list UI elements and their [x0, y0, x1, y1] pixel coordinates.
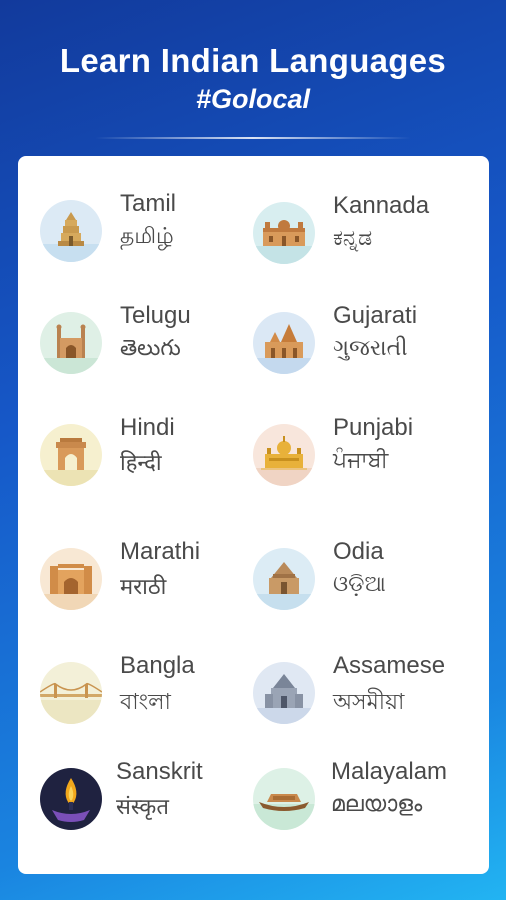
language-item-gujarati[interactable]: Gujarati ગુજરાતી — [253, 302, 473, 382]
diya-flame-icon — [40, 768, 102, 830]
language-native-name: मराठी — [120, 574, 167, 599]
language-name: Gujarati — [333, 302, 418, 329]
language-name: Bangla — [120, 652, 195, 679]
language-name: Hindi — [120, 414, 175, 441]
language-name: Sanskrit — [116, 758, 203, 785]
language-name: Kannada — [333, 192, 430, 219]
language-item-marathi[interactable]: Marathi मराठी — [40, 538, 260, 618]
india-gate-icon — [40, 424, 102, 486]
languages-card: Tamil தமிழ் Kannada ಕನ್ನಡ Telugu తెలుగు … — [18, 156, 489, 874]
language-name: Tamil — [120, 190, 177, 217]
palace-icon — [253, 202, 315, 264]
golden-temple-icon — [253, 424, 315, 486]
language-item-punjabi[interactable]: Punjabi ਪੰਜਾਬੀ — [253, 414, 473, 494]
header: Learn Indian Languages #Golocal — [0, 0, 506, 150]
language-name: Punjabi — [333, 414, 414, 441]
gujarat-temple-icon — [253, 312, 315, 374]
language-name: Malayalam — [331, 758, 448, 785]
temple-icon — [40, 200, 102, 262]
language-native-name: ગુજરાતી — [333, 335, 408, 360]
language-item-kannada[interactable]: Kannada ಕನ್ನಡ — [253, 192, 473, 272]
language-item-hindi[interactable]: Hindi हिन्दी — [40, 414, 260, 494]
language-item-bangla[interactable]: Bangla বাংলা — [40, 652, 260, 732]
language-native-name: ਪੰਜਾਬੀ — [333, 447, 389, 472]
charminar-icon — [40, 312, 102, 374]
background-strip — [0, 874, 506, 900]
houseboat-icon — [253, 768, 315, 830]
language-item-assamese[interactable]: Assamese অসমীয়া — [253, 652, 473, 732]
language-item-tamil[interactable]: Tamil தமிழ் — [40, 190, 260, 270]
page-title: Learn Indian Languages — [59, 42, 447, 79]
page-subtitle: #Golocal — [195, 84, 311, 114]
language-native-name: हिन्दी — [120, 450, 162, 475]
language-item-malayalam[interactable]: Malayalam മലയാളം — [253, 758, 473, 838]
language-native-name: বাংলা — [120, 689, 171, 714]
sun-temple-icon — [253, 548, 315, 610]
language-item-odia[interactable]: Odia ଓଡ଼ିଆ — [253, 538, 473, 618]
language-native-name: संस्कृत — [116, 794, 169, 819]
language-name: Marathi — [120, 538, 201, 565]
language-native-name: ಕನ್ನಡ — [333, 225, 373, 250]
language-item-telugu[interactable]: Telugu తెలుగు — [40, 302, 260, 382]
language-native-name: தமிழ் — [120, 223, 174, 248]
header-divider — [95, 137, 411, 139]
language-native-name: తెలుగు — [120, 335, 181, 360]
language-native-name: ଓଡ଼ିଆ — [333, 571, 386, 596]
language-native-name: മലയാളം — [331, 791, 423, 816]
language-native-name: অসমীয়া — [333, 689, 405, 714]
language-name: Assamese — [333, 652, 446, 679]
language-name: Telugu — [120, 302, 191, 329]
gateway-of-india-icon — [40, 548, 102, 610]
language-item-sanskrit[interactable]: Sanskrit संस्कृत — [40, 758, 260, 838]
bridge-icon — [40, 662, 102, 724]
assam-temple-icon — [253, 662, 315, 724]
language-name: Odia — [333, 538, 384, 565]
